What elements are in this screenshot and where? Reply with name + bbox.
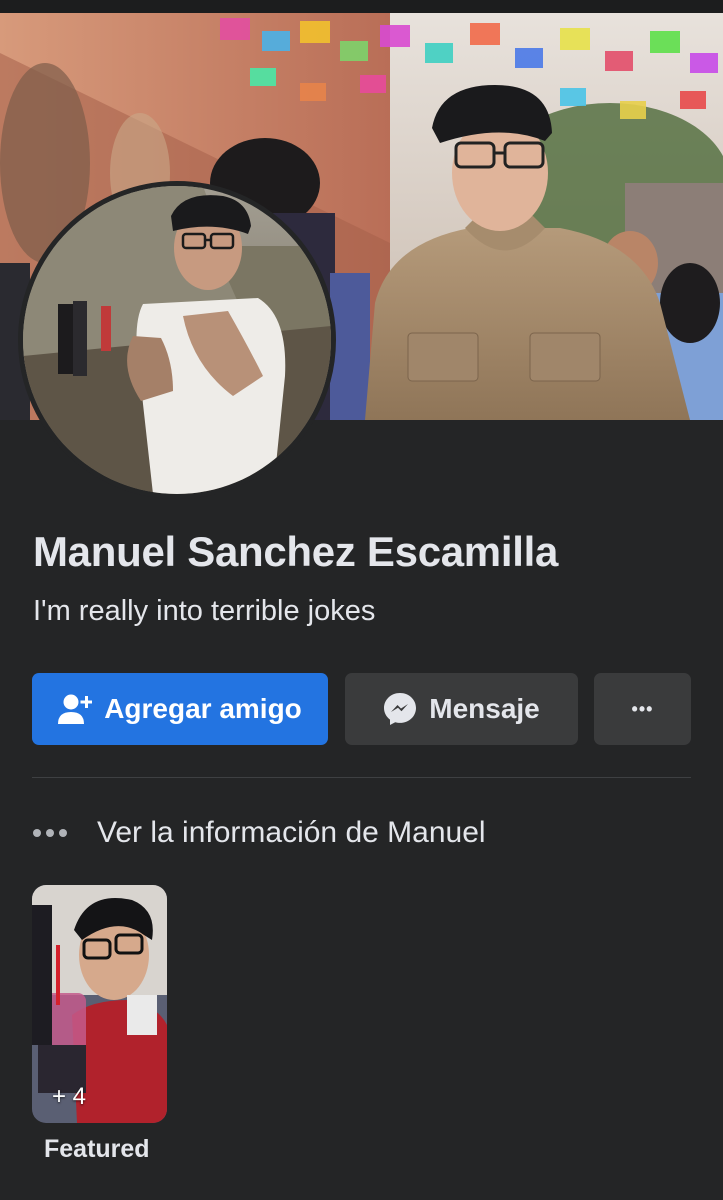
message-label: Mensaje <box>429 693 540 724</box>
section-divider <box>32 777 691 778</box>
person-add-icon <box>58 693 93 725</box>
featured-label: Featured <box>44 1135 150 1163</box>
more-dots-icon <box>32 828 72 838</box>
more-dots-icon: ••• <box>631 698 654 719</box>
add-friend-button[interactable]: Agregar amigo <box>32 673 328 745</box>
about-info-link[interactable]: Ver la información de Manuel <box>32 808 486 858</box>
about-info-label: Ver la información de Manuel <box>97 816 486 849</box>
profile-bio: I'm really into terrible jokes <box>33 595 376 627</box>
featured-count: + 4 <box>52 1083 87 1110</box>
profile-name: Manuel Sanchez Escamilla <box>33 528 559 575</box>
add-friend-label: Agregar amigo <box>104 693 302 724</box>
message-button[interactable]: Mensaje <box>345 673 578 745</box>
more-options-button[interactable]: ••• <box>594 673 691 745</box>
profile-picture[interactable] <box>18 181 336 499</box>
status-strip <box>0 0 723 13</box>
messenger-icon <box>383 692 417 726</box>
